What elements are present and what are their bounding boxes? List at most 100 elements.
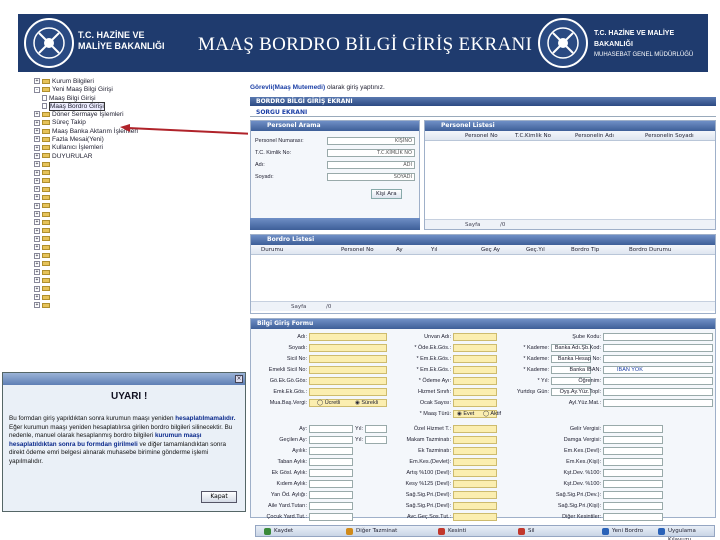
toolbar-button[interactable]: Diğer Tazminat [346, 527, 397, 536]
form-input[interactable] [603, 447, 663, 455]
form-input[interactable] [453, 502, 497, 510]
form-input[interactable] [453, 458, 497, 466]
form-input[interactable] [453, 366, 497, 374]
search-field-input[interactable]: T.C.KİMLİK NO [327, 149, 415, 157]
form-input[interactable] [309, 388, 387, 396]
dialog-text-1: Bu formdan giriş yapıldıktan sonra kurum… [9, 415, 176, 422]
toolbar-button[interactable]: Kaydet [264, 527, 293, 536]
tree-item[interactable]: + Kurum Bilgileri [26, 78, 248, 86]
form-input[interactable] [453, 436, 497, 444]
form-input[interactable] [603, 513, 663, 521]
search-field-input[interactable]: SOYADI [327, 173, 415, 181]
form-input[interactable] [309, 366, 387, 374]
radio-ucretli[interactable]: ◯ Ücretli [317, 400, 340, 406]
form-input[interactable] [309, 469, 353, 477]
form-input[interactable] [603, 458, 663, 466]
tree-item[interactable]: - Yeni Maaş Bilgi Girişi [26, 86, 248, 94]
form-input[interactable] [603, 425, 663, 433]
form-input[interactable] [309, 344, 387, 352]
form-input[interactable] [603, 480, 663, 488]
expand-icon[interactable]: + [34, 144, 40, 151]
column-header[interactable]: Bordro Tip [571, 247, 599, 253]
dialog-close-button[interactable]: Kapat [201, 491, 237, 503]
form-input[interactable] [453, 344, 497, 352]
search-screen-bar: SORGU EKRANI [250, 108, 716, 117]
folder-icon [42, 236, 50, 242]
form-input[interactable] [365, 425, 387, 433]
close-icon[interactable]: × [235, 375, 243, 383]
expand-icon: + [34, 235, 40, 242]
column-header[interactable]: Personelin Soyadı [645, 133, 694, 139]
form-input[interactable] [309, 355, 387, 363]
form-input[interactable] [309, 480, 353, 488]
form-input[interactable] [603, 399, 713, 407]
form-input[interactable] [309, 436, 353, 444]
column-header[interactable]: Ay [396, 247, 403, 253]
form-input[interactable] [453, 491, 497, 499]
form-input[interactable] [309, 447, 353, 455]
form-input[interactable] [309, 502, 353, 510]
form-input[interactable] [453, 399, 497, 407]
tree-item[interactable]: + Döner Sermaye İşlemleri [26, 111, 248, 119]
dialog-title-bar: × [3, 373, 245, 385]
column-header[interactable]: Personelin Adı [575, 133, 614, 139]
radio-surekli[interactable]: ◉ Sürekli [355, 400, 378, 406]
form-input[interactable] [453, 333, 497, 341]
form-input[interactable] [603, 377, 713, 385]
form-input[interactable] [453, 469, 497, 477]
form-input[interactable] [453, 447, 497, 455]
column-header[interactable]: Yıl [431, 247, 437, 253]
bordro-pager[interactable]: Sayfa/0 [251, 301, 715, 311]
column-header[interactable]: Personel No [341, 247, 374, 253]
expand-icon[interactable]: + [34, 111, 40, 118]
form-input[interactable] [309, 458, 353, 466]
form-input[interactable] [603, 388, 713, 396]
folder-icon [42, 277, 50, 283]
form-input[interactable] [603, 355, 713, 363]
form-input[interactable] [453, 355, 497, 363]
form-input[interactable] [603, 436, 663, 444]
form-input[interactable] [309, 333, 387, 341]
tree-item[interactable]: + Kullanıcı İşlemleri [26, 144, 248, 152]
column-header[interactable]: Geç Ay [481, 247, 500, 253]
form-input[interactable] [603, 344, 713, 352]
collapse-icon[interactable]: - [34, 86, 40, 93]
column-header[interactable]: Durumu [261, 247, 283, 253]
form-input[interactable] [453, 388, 497, 396]
form-input[interactable] [603, 491, 663, 499]
expand-icon[interactable]: + [34, 128, 40, 135]
radio-evet[interactable]: ◉ Evet [457, 411, 474, 417]
expand-icon[interactable]: + [34, 119, 40, 126]
form-input[interactable] [309, 491, 353, 499]
toolbar-button[interactable]: Yeni Bordro [602, 527, 643, 536]
form-input[interactable] [309, 513, 353, 521]
tree-item[interactable]: + DUYURULAR [26, 153, 248, 161]
column-header[interactable]: T.C.Kimlik No [515, 133, 551, 139]
form-input[interactable] [603, 333, 713, 341]
form-input[interactable] [365, 436, 387, 444]
expand-icon[interactable]: + [34, 152, 40, 159]
form-input[interactable] [603, 469, 663, 477]
search-field-input[interactable]: KİŞİNO [327, 137, 415, 145]
form-input[interactable] [453, 480, 497, 488]
search-person-button[interactable]: Kişi Ara [371, 189, 402, 199]
search-field-input[interactable]: ADI [327, 161, 415, 169]
personel-pager[interactable]: Sayfa/0 [425, 219, 715, 229]
expand-icon[interactable]: + [34, 136, 40, 143]
column-header[interactable]: Personel No [465, 133, 498, 139]
form-input[interactable] [603, 502, 663, 510]
expand-icon[interactable]: + [34, 78, 40, 85]
form-input[interactable] [309, 425, 353, 433]
tree-item[interactable]: Maaş Bordro Girişi [26, 101, 248, 111]
header-banner: T.C. HAZİNE VE MALİYE BAKANLIĞI MAAŞ BOR… [18, 14, 708, 72]
form-input[interactable] [453, 513, 497, 521]
column-header[interactable]: Bordro Durumu [629, 247, 671, 253]
form-input[interactable] [453, 425, 497, 433]
toolbar-button[interactable]: Kesinti [438, 527, 466, 536]
toolbar-button[interactable]: Uygulama Kılavuzu [658, 527, 714, 540]
form-input[interactable] [309, 377, 387, 385]
toolbar-button[interactable]: Sil [518, 527, 535, 536]
radio-aktif[interactable]: ◯ Aktif [483, 411, 501, 417]
column-header[interactable]: Geç.Yıl [526, 247, 545, 253]
form-input[interactable] [453, 377, 497, 385]
